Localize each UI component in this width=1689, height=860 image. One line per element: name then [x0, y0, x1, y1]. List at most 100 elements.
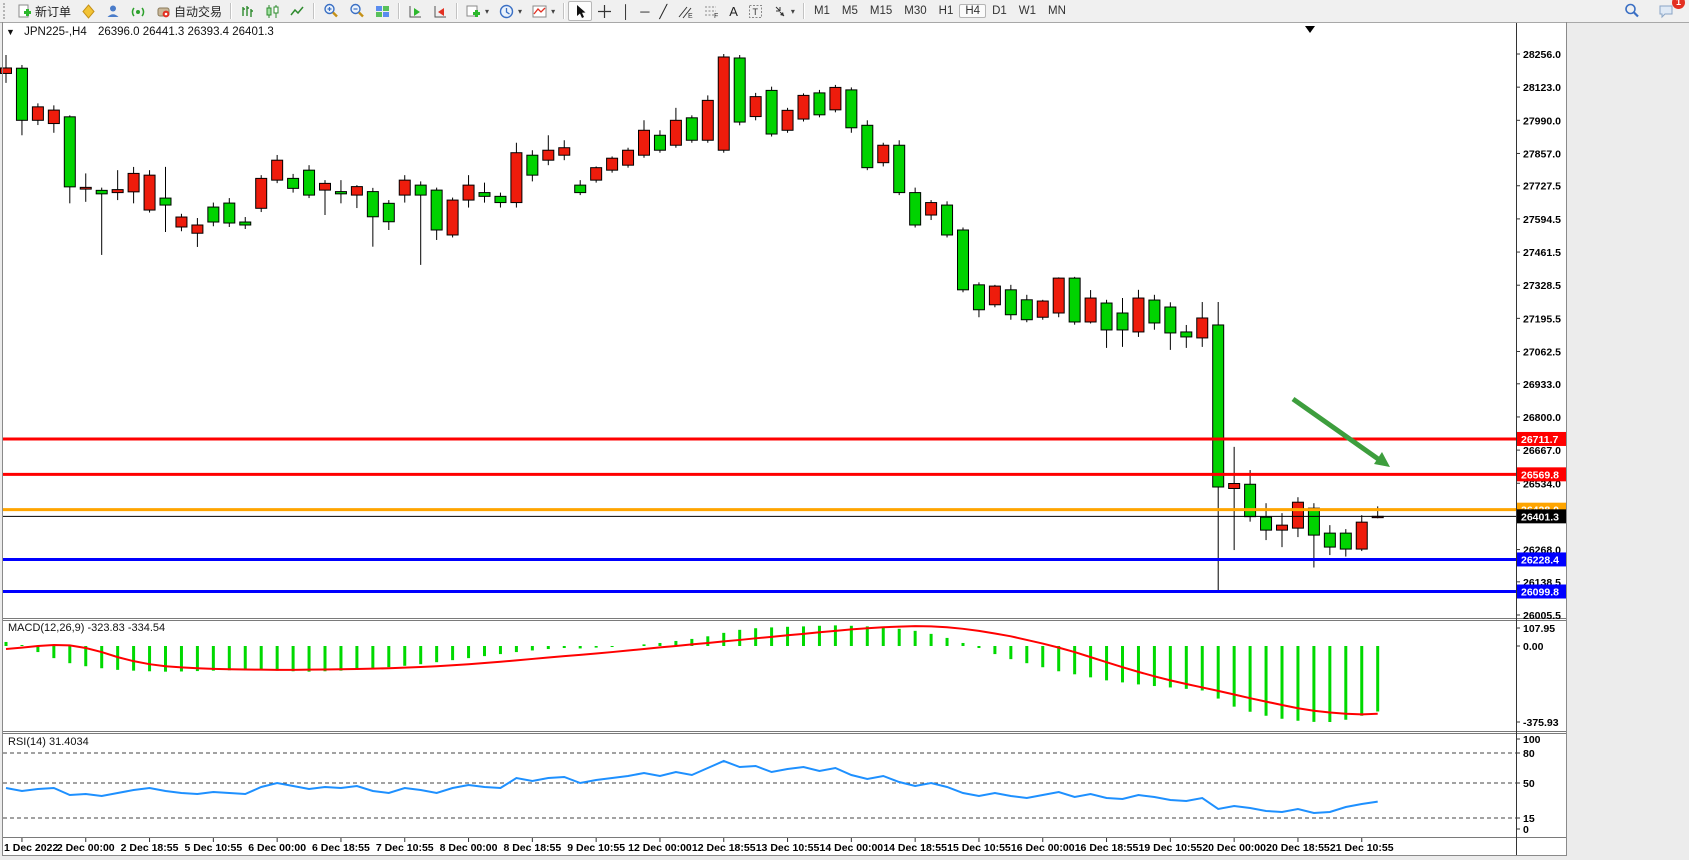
arrows-icon	[773, 4, 787, 19]
svg-text:21 Dec 10:55: 21 Dec 10:55	[1330, 842, 1394, 854]
chart-shift-button[interactable]	[428, 1, 453, 21]
tab-timeframe-h4[interactable]: H4	[959, 4, 986, 18]
svg-text:-375.93: -375.93	[1523, 717, 1559, 729]
svg-text:27062.5: 27062.5	[1523, 347, 1561, 359]
svg-text:14 Dec 00:00: 14 Dec 00:00	[820, 842, 884, 854]
channel-icon: E	[677, 4, 693, 19]
chart-window[interactable]: 28256.028123.027990.027857.027727.527594…	[0, 22, 1689, 860]
svg-text:26711.7: 26711.7	[1521, 434, 1559, 446]
svg-text:2 Dec 18:55: 2 Dec 18:55	[121, 842, 179, 854]
auto-trading-button[interactable]: 自动交易	[151, 1, 227, 21]
profile-icon	[106, 4, 121, 19]
channel-tool-button[interactable]: E	[672, 1, 698, 21]
tab-timeframe-m30[interactable]: M30	[898, 4, 932, 18]
svg-text:14 Dec 18:55: 14 Dec 18:55	[883, 842, 947, 854]
label-tool-button[interactable]: T	[743, 1, 768, 21]
tab-timeframe-h1[interactable]: H1	[933, 4, 960, 18]
chevron-down-icon: ▾	[791, 7, 795, 16]
new-order-button[interactable]: 新订单	[12, 1, 76, 21]
line-chart-icon	[290, 4, 305, 19]
zoom-in-icon	[323, 3, 339, 19]
tab-timeframe-m15[interactable]: M15	[864, 4, 898, 18]
svg-text:E: E	[688, 13, 693, 19]
new-chart-icon	[466, 4, 481, 19]
svg-text:50: 50	[1523, 778, 1535, 790]
auto-scroll-icon	[408, 4, 423, 19]
data-window-button[interactable]	[101, 1, 126, 21]
templates-button[interactable]: ▾	[527, 1, 560, 21]
tab-timeframe-m5[interactable]: M5	[836, 4, 864, 18]
svg-text:26933.0: 26933.0	[1523, 379, 1561, 391]
arrows-tool-button[interactable]: ▾	[768, 1, 800, 21]
notifications-button[interactable]: 1	[1653, 1, 1679, 21]
separator	[563, 3, 565, 19]
svg-text:1 Dec 2022: 1 Dec 2022	[4, 842, 58, 854]
tile-windows-icon	[375, 4, 390, 19]
svg-text:7 Dec 10:55: 7 Dec 10:55	[376, 842, 434, 854]
svg-text:26569.8: 26569.8	[1521, 469, 1559, 481]
svg-text:6 Dec 18:55: 6 Dec 18:55	[312, 842, 370, 854]
svg-text:5 Dec 10:55: 5 Dec 10:55	[184, 842, 242, 854]
vertical-line-icon: │	[622, 5, 630, 18]
candlestick-mode-button[interactable]	[260, 1, 285, 21]
trendline-tool-button[interactable]: ╱	[654, 1, 672, 21]
navigator-button[interactable]	[126, 1, 151, 21]
separator	[398, 3, 400, 19]
svg-text:26099.8: 26099.8	[1521, 586, 1559, 598]
new-chart-button[interactable]: ▾	[461, 1, 494, 21]
svg-text:13 Dec 10:55: 13 Dec 10:55	[756, 842, 820, 854]
auto-scroll-button[interactable]	[403, 1, 428, 21]
text-tool-button[interactable]: A	[724, 1, 743, 21]
market-watch-button[interactable]	[76, 1, 101, 21]
search-button[interactable]	[1619, 1, 1645, 21]
svg-text:107.95: 107.95	[1523, 623, 1555, 635]
svg-text:26800.0: 26800.0	[1523, 412, 1561, 424]
tile-windows-button[interactable]	[370, 1, 395, 21]
vertical-line-tool-button[interactable]: │	[617, 1, 635, 21]
tab-timeframe-d1[interactable]: D1	[986, 4, 1013, 18]
svg-text:28256.0: 28256.0	[1523, 49, 1561, 61]
svg-text:T: T	[752, 7, 758, 17]
svg-text:27990.0: 27990.0	[1523, 115, 1561, 127]
svg-text:6 Dec 00:00: 6 Dec 00:00	[248, 842, 306, 854]
svg-text:27727.5: 27727.5	[1523, 181, 1561, 193]
crosshair-tool-button[interactable]	[592, 1, 617, 21]
svg-text:0: 0	[1523, 824, 1529, 836]
chat-bubble-icon	[1658, 4, 1674, 19]
label-icon: T	[748, 4, 763, 19]
horizontal-line-icon: ─	[640, 5, 649, 18]
svg-text:27461.5: 27461.5	[1523, 247, 1561, 259]
tab-timeframe-m1[interactable]: M1	[808, 4, 836, 18]
fibonacci-icon: F	[703, 4, 719, 19]
tab-timeframe-w1[interactable]: W1	[1013, 4, 1042, 18]
zoom-in-button[interactable]	[318, 1, 344, 21]
svg-text:F: F	[714, 13, 718, 19]
svg-text:19 Dec 10:55: 19 Dec 10:55	[1139, 842, 1203, 854]
separator	[230, 3, 232, 19]
svg-text:8 Dec 00:00: 8 Dec 00:00	[440, 842, 498, 854]
tab-timeframe-mn[interactable]: MN	[1042, 4, 1072, 18]
line-chart-mode-button[interactable]	[285, 1, 310, 21]
toolbar-grip[interactable]	[3, 3, 9, 19]
periods-button[interactable]: ▾	[494, 1, 527, 21]
candlestick-icon	[265, 4, 280, 19]
bar-chart-mode-button[interactable]	[235, 1, 260, 21]
new-order-label: 新订单	[35, 3, 71, 20]
new-order-icon	[17, 4, 32, 19]
svg-text:12 Dec 00:00: 12 Dec 00:00	[628, 842, 692, 854]
svg-text:0.00: 0.00	[1523, 641, 1544, 653]
svg-text:27195.5: 27195.5	[1523, 313, 1561, 325]
auto-trading-icon	[156, 4, 171, 19]
svg-text:20 Dec 18:55: 20 Dec 18:55	[1266, 842, 1330, 854]
cursor-tool-button[interactable]	[568, 1, 592, 21]
zoom-out-button[interactable]	[344, 1, 370, 21]
template-icon	[532, 4, 547, 19]
fibonacci-tool-button[interactable]: F	[698, 1, 724, 21]
svg-text:16 Dec 18:55: 16 Dec 18:55	[1075, 842, 1139, 854]
search-icon	[1624, 3, 1640, 19]
svg-text:80: 80	[1523, 748, 1535, 760]
chevron-down-icon: ▾	[485, 7, 489, 16]
horizontal-line-tool-button[interactable]: ─	[635, 1, 654, 21]
svg-text:16 Dec 00:00: 16 Dec 00:00	[1011, 842, 1075, 854]
svg-text:27857.0: 27857.0	[1523, 148, 1561, 160]
